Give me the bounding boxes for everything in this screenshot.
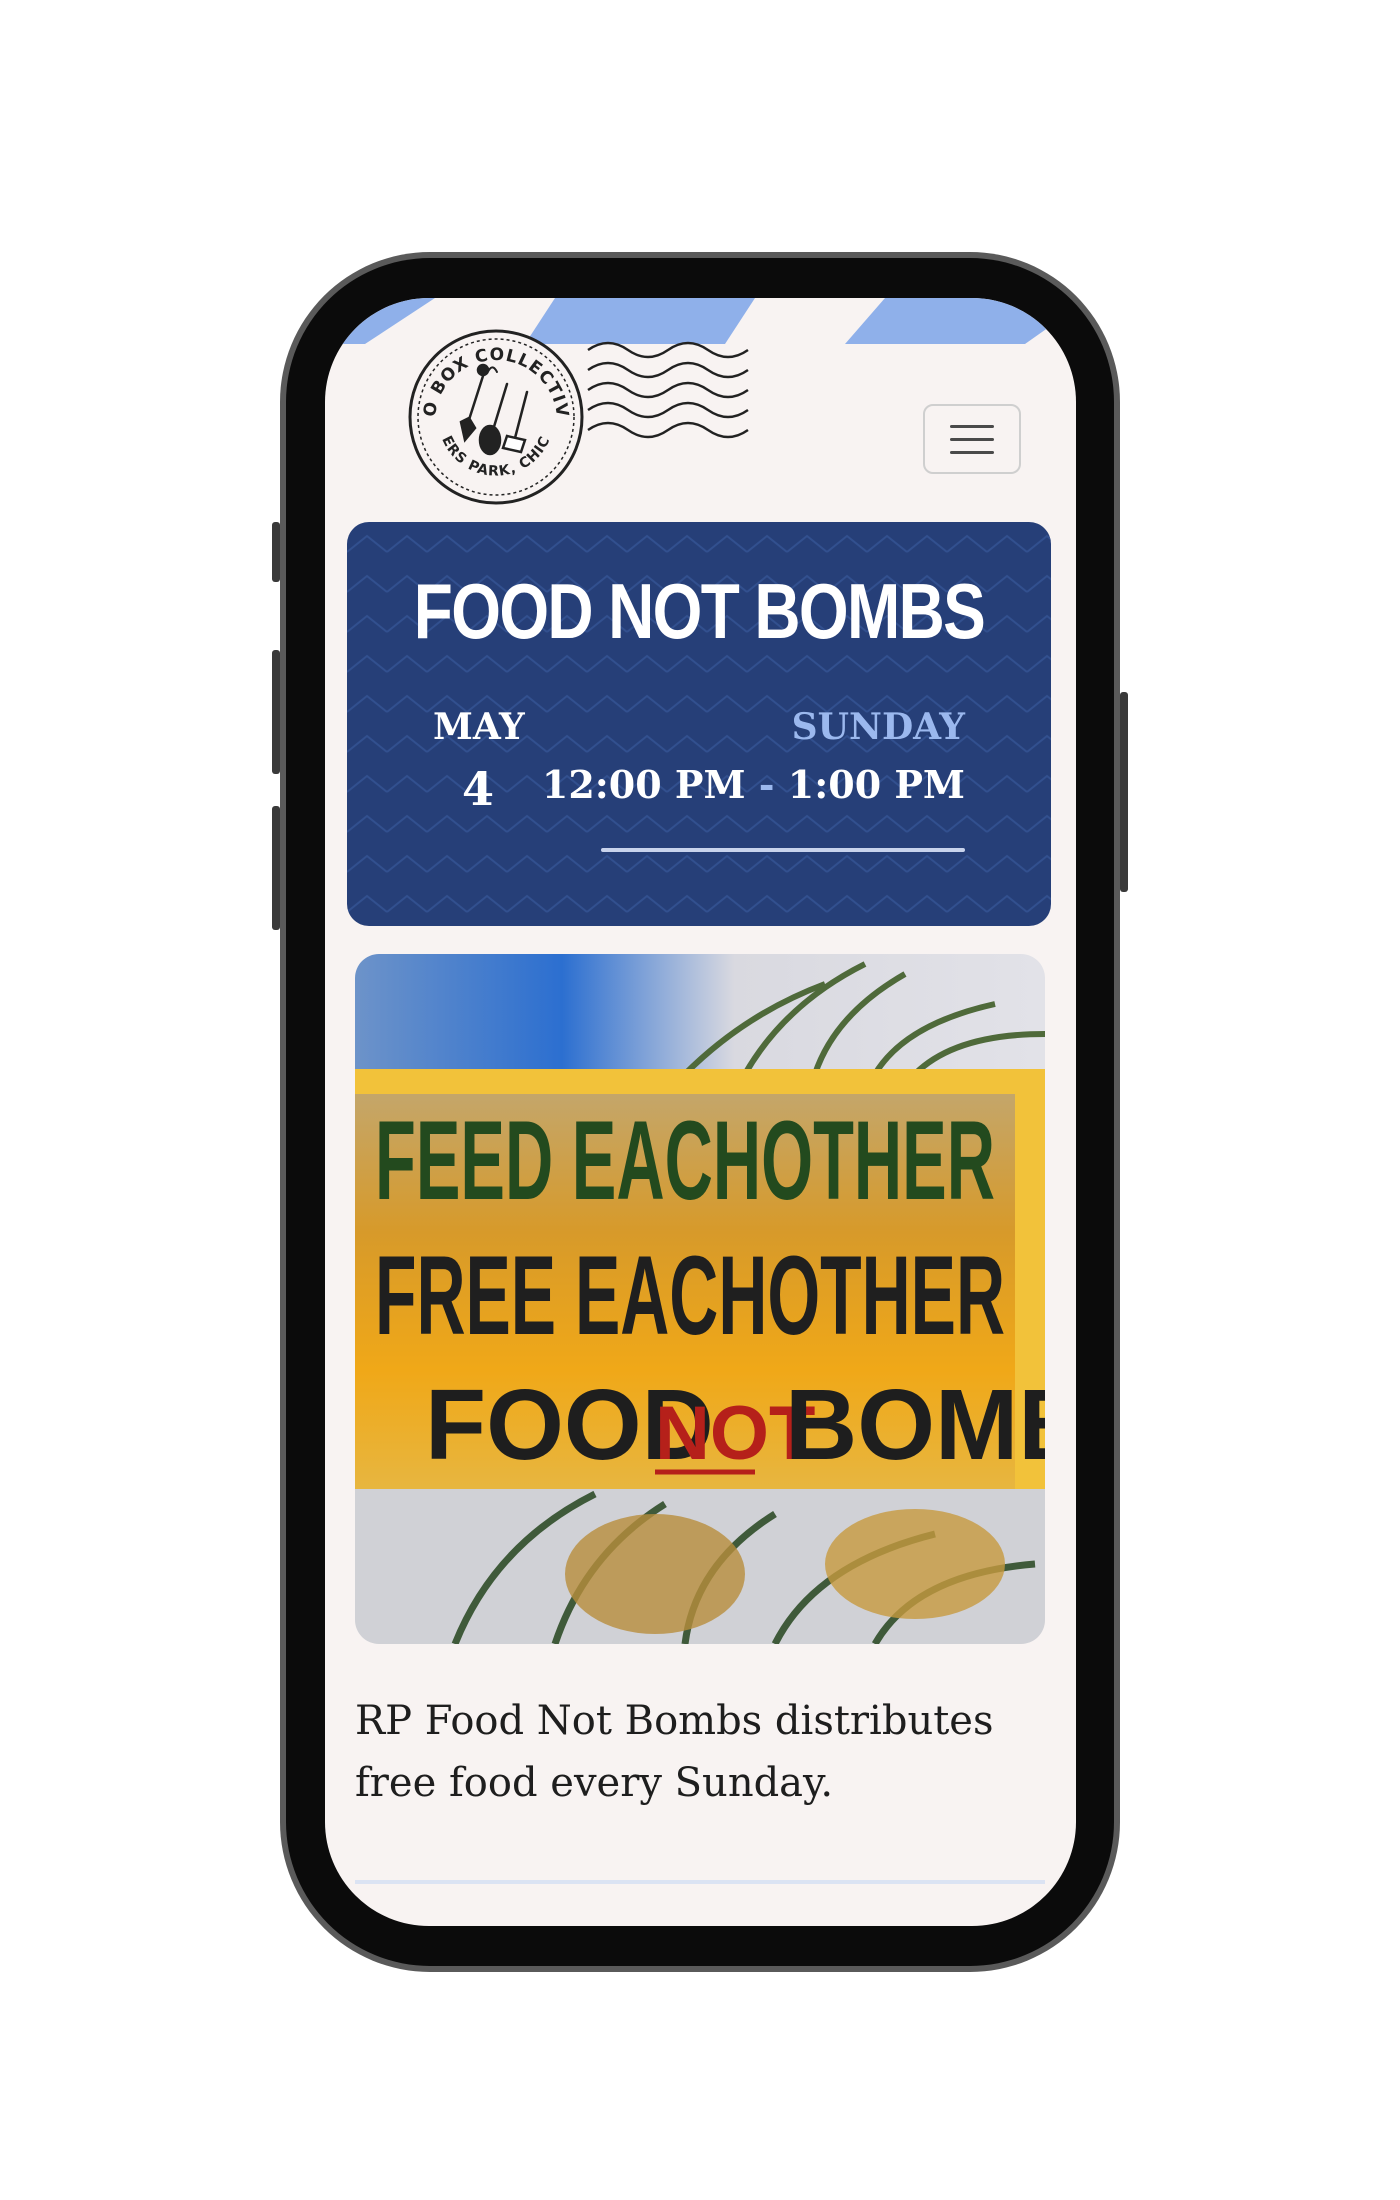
event-start-time: 12:00 PM — [541, 762, 746, 807]
hamburger-menu-button[interactable] — [923, 404, 1021, 474]
event-month: MAY — [433, 706, 525, 748]
phone-volume-up-button — [272, 650, 280, 774]
phone-power-button — [1120, 692, 1128, 892]
phone-mute-switch — [272, 522, 280, 582]
event-description: RP Food Not Bombs distributes free food … — [355, 1698, 994, 1806]
protest-sign-text: FEED EACHOTHER FREE EACHOTHER FOOD NOT B… — [375, 1098, 1045, 1481]
event-card[interactable]: FOOD NOT BOMBS MAY 4 SUNDAY 12:00 PM - 1… — [347, 522, 1051, 926]
section-divider — [355, 1880, 1045, 1884]
sign-line-2: FREE EACHOTHER — [375, 1233, 1005, 1358]
event-underline — [601, 848, 965, 852]
event-day: 4 — [462, 762, 495, 816]
event-weekday: SUNDAY — [791, 706, 965, 748]
po-box-collective-logo[interactable]: PO BOX COLLECTIVE ROGERS PARK, CHICAGO — [405, 326, 587, 508]
sign-line-1: FEED EACHOTHER — [375, 1098, 995, 1223]
event-time-separator: - — [758, 762, 775, 807]
phone-screen: PO BOX COLLECTIVE ROGERS PARK, CHICAGO — [325, 298, 1076, 1926]
phone-volume-down-button — [272, 806, 280, 930]
event-time: 12:00 PM - 1:00 PM — [542, 762, 965, 807]
hamburger-menu-icon — [950, 424, 994, 428]
sign-line-3-bombs: BOMBS — [785, 1369, 1045, 1481]
postmark-wavy-lines — [587, 341, 749, 439]
event-title: FOOD NOT BOMBS — [413, 567, 986, 655]
event-photo: FEED EACHOTHER FREE EACHOTHER FOOD NOT B… — [355, 954, 1045, 1644]
event-end-time: 1:00 PM — [787, 762, 965, 807]
